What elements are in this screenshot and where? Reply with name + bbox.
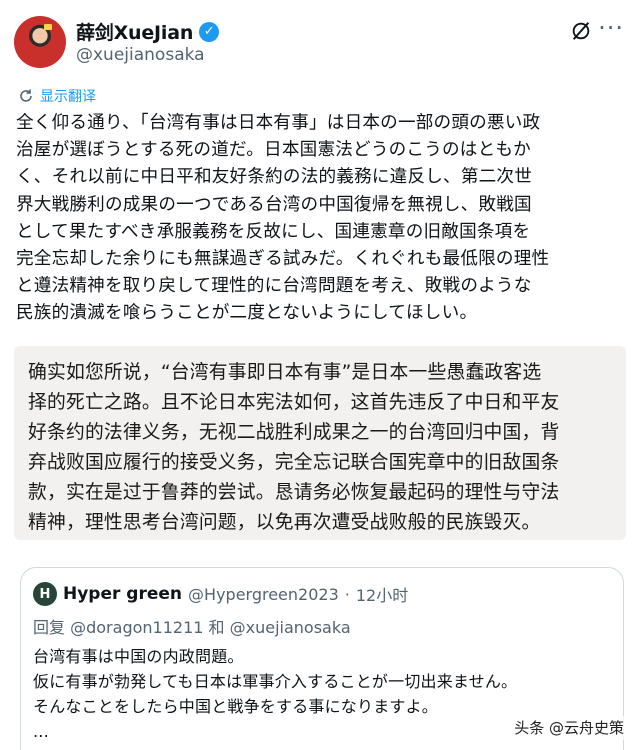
- quoted-timestamp[interactable]: 12小时: [356, 582, 408, 606]
- tweet-line: く、それ以前に中日平和友好条約の法的義務に違反し、第二次世: [16, 167, 533, 188]
- watermark: 头条 @云舟史策: [510, 716, 630, 740]
- tweet-line: と遵法精神を取り戻して理性的に台湾問題を考え、敗戦のような: [16, 276, 532, 297]
- translation-line: 择的死亡之路。且不论日本宪法如何，这首先违反了中日和平友: [28, 392, 560, 413]
- quoted-display-name[interactable]: Hyper green: [63, 584, 182, 604]
- translation-line: 确实如您所说，“台湾有事即日本有事”是日本一些愚蠢政客选: [28, 362, 542, 383]
- quoted-line: 仮に有事が勃発しても日本は軍事介入することが一切出来ません。: [33, 672, 518, 691]
- reply-prefix: 回复: [33, 618, 66, 637]
- reply-mention[interactable]: @doragon11211: [70, 618, 203, 637]
- tweet-line: 完全忘却した余りにも無謀過ぎる試みだ。くれぐれも最低限の理性: [16, 249, 550, 270]
- quoted-line: 台湾有事は中国の内政問題。: [33, 647, 244, 666]
- tweet-line: 全く仰る通り、「台湾有事は日本有事」は日本の一部の頭の悪い政: [16, 113, 541, 133]
- reply-context: 回复 @doragon11211 和 @xuejianosaka: [33, 614, 609, 638]
- reply-mention[interactable]: @xuejianosaka: [230, 618, 351, 637]
- show-translation-label[interactable]: 显示翻译: [40, 86, 96, 106]
- show-translation-link[interactable]: 显示翻译: [18, 86, 96, 106]
- tweet-line: として果たすべき承服義務を反故にし、国連憲章の旧敵国条項を: [16, 221, 531, 242]
- tweet-line: 民族的潰滅を喰らうことが二度とないようにしてほしい。: [16, 303, 478, 324]
- tweet-text: 全く仰る通り、「台湾有事は日本有事」は日本の一部の頭の悪い政 治屋が選ぼうとする…: [16, 110, 628, 328]
- tweet-header: 薛剑XueJian ✓ @xuejianosaka ···: [14, 14, 626, 70]
- translation-line: 款，实在是过于鲁莽的尝试。恳请务必恢复最起码的理性与守法: [28, 482, 560, 503]
- translation-line: 精神，理性思考台湾问题，以免再次遭受战败般的民族毁灭。: [28, 512, 541, 533]
- translation-text: 确实如您所说，“台湾有事即日本有事”是日本一些愚蠢政客选 择的死亡之路。且不论日…: [28, 358, 612, 538]
- tweet-line: 界大戦勝利の成果の一つである台湾の中国復帰を無視し、敗戦国: [16, 194, 532, 215]
- translation-box: 确实如您所说，“台湾有事即日本有事”是日本一些愚蠢政客选 择的死亡之路。且不论日…: [14, 346, 626, 540]
- quoted-separator: ·: [344, 584, 350, 604]
- translate-icon: [20, 89, 32, 102]
- author-handle[interactable]: @xuejianosaka: [76, 45, 205, 65]
- quoted-tweet-header: H Hyper green @Hypergreen2023 · 12小时: [33, 582, 609, 606]
- translation-line: 好条约的法律义务，无视二战胜利成果之一的台湾回归中国，背: [28, 422, 560, 443]
- tweet-line: 治屋が選ぼうとする死の道だ。日本国憲法どうのこうのはともか: [16, 140, 531, 161]
- grok-icon[interactable]: [570, 20, 592, 42]
- translation-line: 弃战败国应履行的接受义务，完全忘记联合国宪章中的旧敌国条: [28, 452, 560, 473]
- author-avatar[interactable]: [14, 16, 66, 68]
- reply-join: 和: [208, 618, 225, 637]
- quoted-handle[interactable]: @Hypergreen2023: [188, 585, 339, 604]
- more-options-icon[interactable]: ···: [598, 16, 624, 40]
- flag-decoration: [44, 24, 52, 30]
- verified-badge-icon: ✓: [199, 21, 220, 42]
- author-name-row: 薛剑XueJian ✓: [76, 18, 220, 45]
- author-display-name[interactable]: 薛剑XueJian: [76, 18, 193, 45]
- quoted-avatar[interactable]: H: [33, 582, 57, 606]
